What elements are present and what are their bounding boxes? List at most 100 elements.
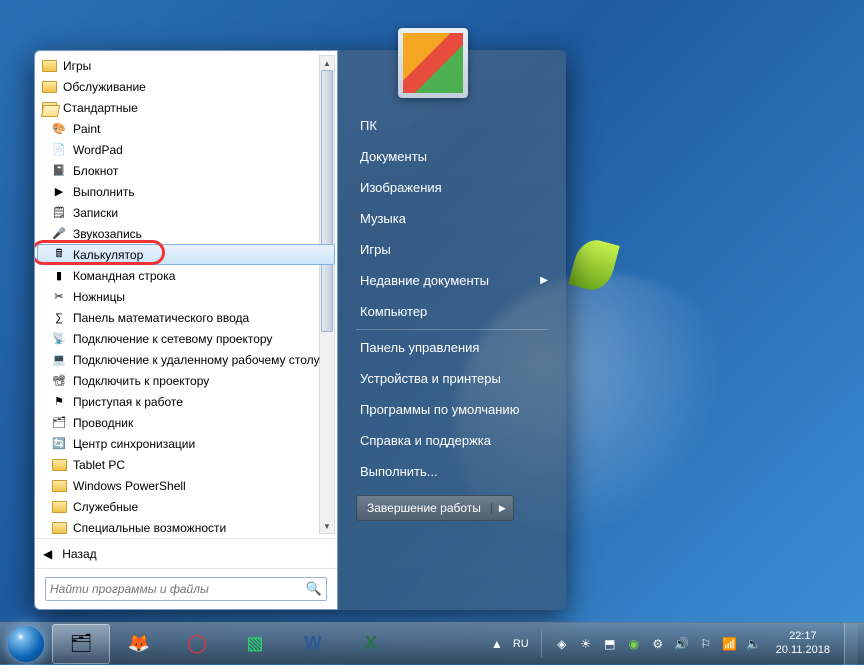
places-item-6[interactable]: Компьютер: [346, 296, 558, 327]
places-label: Устройства и принтеры: [360, 371, 501, 386]
places-item-4[interactable]: Игры: [346, 234, 558, 265]
search-box[interactable]: 🔍: [45, 577, 327, 601]
submenu-arrow-icon: ▶: [540, 275, 548, 286]
places-label: Документы: [360, 149, 427, 164]
program-item-folder[interactable]: Игры: [37, 55, 335, 76]
shutdown-button[interactable]: Завершение работы ▶: [356, 495, 514, 521]
tray-icon-4[interactable]: ◉: [626, 636, 642, 652]
program-label: Обслуживание: [63, 80, 146, 94]
firefox-icon: 🦊: [124, 630, 154, 658]
program-label: Игры: [63, 59, 91, 73]
shutdown-label: Завершение работы: [357, 501, 491, 515]
program-item-wordpad[interactable]: 📄WordPad: [37, 139, 335, 160]
cmd-icon: ▮: [51, 268, 67, 284]
program-label: Paint: [73, 122, 100, 136]
program-item-explorer[interactable]: 🗂Проводник: [37, 412, 335, 433]
start-button[interactable]: [0, 623, 52, 665]
rdp-icon: 💻: [51, 352, 67, 368]
word-icon: W: [298, 630, 328, 658]
program-item-folder[interactable]: Служебные: [37, 496, 335, 517]
folder-open-icon: [41, 100, 57, 116]
places-label: Музыка: [360, 211, 406, 226]
places-item-8[interactable]: Устройства и принтеры: [346, 363, 558, 394]
program-label: Командная строка: [73, 269, 175, 283]
shutdown-dropdown-arrow[interactable]: ▶: [491, 503, 513, 514]
program-item-folder[interactable]: Windows PowerShell: [37, 475, 335, 496]
places-item-11[interactable]: Выполнить...: [346, 456, 558, 487]
tray-icon-2[interactable]: ☀: [578, 636, 594, 652]
proj-icon: 📽: [51, 373, 67, 389]
language-indicator[interactable]: RU: [513, 638, 529, 650]
taskbar-excel[interactable]: X: [342, 624, 400, 664]
places-label: Программы по умолчанию: [360, 402, 519, 417]
places-label: Игры: [360, 242, 391, 257]
program-label: Подключение к сетевому проектору: [73, 332, 272, 346]
program-item-folder[interactable]: Tablet PC: [37, 454, 335, 475]
program-label: Проводник: [73, 416, 133, 430]
calc-icon: 🖩: [51, 247, 67, 263]
volume-icon[interactable]: 🔈: [746, 636, 762, 652]
taskmanager-icon: ▧: [240, 630, 270, 658]
taskbar-clock[interactable]: 22:17 20.11.2018: [770, 630, 836, 656]
program-item-notepad[interactable]: 📓 Блокнот: [37, 160, 335, 181]
search-input[interactable]: [50, 582, 306, 596]
program-item-folder[interactable]: Специальные возможности: [37, 517, 335, 538]
program-item-paint[interactable]: 🎨Paint: [37, 118, 335, 139]
places-label: Выполнить...: [360, 464, 438, 479]
program-label: Записки: [73, 206, 118, 220]
program-item-calc[interactable]: 🖩Калькулятор: [37, 244, 335, 265]
tray-icon-6[interactable]: 🔊: [674, 636, 690, 652]
places-item-2[interactable]: Изображения: [346, 172, 558, 203]
places-label: Компьютер: [360, 304, 427, 319]
program-item-start[interactable]: ⚑Приступая к работе: [37, 391, 335, 412]
notepad-icon: 📓: [51, 163, 67, 179]
tray-icon-3[interactable]: ⬒: [602, 636, 618, 652]
program-item-run[interactable]: ▶Выполнить: [37, 181, 335, 202]
places-item-0[interactable]: ПК: [346, 110, 558, 141]
program-item-sound[interactable]: 🎤Звукозапись: [37, 223, 335, 244]
tray-icon-1[interactable]: ◈: [554, 636, 570, 652]
places-item-7[interactable]: Панель управления: [346, 332, 558, 363]
network-icon[interactable]: 📶: [722, 636, 738, 652]
program-item-cmd[interactable]: ▮ Командная строка: [37, 265, 335, 286]
places-item-5[interactable]: Недавние документы▶: [346, 265, 558, 296]
tray-divider: [541, 631, 542, 657]
places-item-10[interactable]: Справка и поддержка: [346, 425, 558, 456]
program-item-snip[interactable]: ✂Ножницы: [37, 286, 335, 307]
places-separator: [356, 329, 548, 330]
user-avatar-frame[interactable]: [398, 28, 468, 98]
back-button[interactable]: ◀ Назад: [35, 538, 337, 568]
program-label: Служебные: [73, 500, 138, 514]
program-label: Подключение к удаленному рабочему столу: [73, 353, 320, 367]
program-item-sync[interactable]: 🔄Центр синхронизации: [37, 433, 335, 454]
program-item-folder[interactable]: Обслуживание: [37, 76, 335, 97]
program-item-math[interactable]: ∑Панель математического ввода: [37, 307, 335, 328]
windows-orb-icon: [8, 626, 44, 662]
show-desktop-button[interactable]: [844, 623, 858, 665]
folder-icon: [51, 457, 67, 473]
taskbar: 🗂 🦊 ◯ ▧ W X ▲ RU ◈ ☀ ⬒ ◉ ⚙ 🔊 ⚐ 📶 🔈 22:17…: [0, 622, 864, 664]
program-item-folder-open[interactable]: Стандартные: [37, 97, 335, 118]
program-item-rdp[interactable]: 💻 Подключение к удаленному рабочему столу: [37, 349, 335, 370]
excel-icon: X: [356, 630, 386, 658]
taskbar-firefox[interactable]: 🦊: [110, 624, 168, 664]
tray-expand-icon[interactable]: ▲: [489, 636, 505, 652]
action-center-icon[interactable]: ⚐: [698, 636, 714, 652]
places-item-3[interactable]: Музыка: [346, 203, 558, 234]
program-item-netproj[interactable]: 📡Подключение к сетевому проектору: [37, 328, 335, 349]
taskbar-opera[interactable]: ◯: [168, 624, 226, 664]
taskbar-taskmanager[interactable]: ▧: [226, 624, 284, 664]
system-tray: ▲ RU ◈ ☀ ⬒ ◉ ⚙ 🔊 ⚐ 📶 🔈 22:17 20.11.2018: [489, 623, 864, 665]
places-item-9[interactable]: Программы по умолчанию: [346, 394, 558, 425]
program-item-proj[interactable]: 📽Подключить к проектору: [37, 370, 335, 391]
sync-icon: 🔄: [51, 436, 67, 452]
taskbar-word[interactable]: W: [284, 624, 342, 664]
program-label: Блокнот: [73, 164, 118, 178]
taskbar-explorer[interactable]: 🗂: [52, 624, 110, 664]
program-item-sticky[interactable]: 🗒Записки: [37, 202, 335, 223]
start-menu: ▲ ▼ ИгрыОбслуживаниеСтандартные🎨Paint📄Wo…: [34, 50, 566, 610]
start-icon: ⚑: [51, 394, 67, 410]
places-item-1[interactable]: Документы: [346, 141, 558, 172]
program-label: Звукозапись: [73, 227, 142, 241]
tray-icon-5[interactable]: ⚙: [650, 636, 666, 652]
